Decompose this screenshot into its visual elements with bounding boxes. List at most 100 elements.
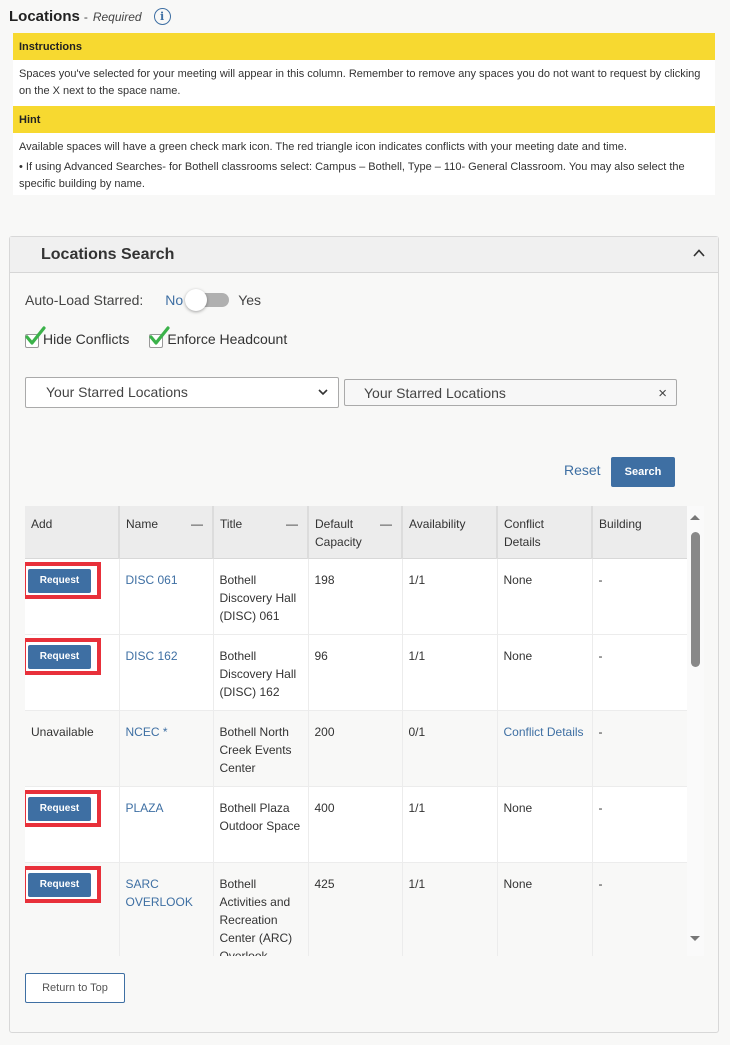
location-name-link[interactable]: NCEC * bbox=[126, 725, 168, 739]
notes-block: Instructions Spaces you've selected for … bbox=[13, 33, 715, 195]
request-button[interactable]: Request bbox=[28, 796, 91, 821]
toggle-knob[interactable] bbox=[185, 289, 208, 311]
building: - bbox=[592, 862, 687, 956]
table-row: Unavailable NCEC * Bothell North Creek E… bbox=[25, 710, 687, 787]
highlight-box: Request bbox=[25, 561, 101, 599]
auto-load-toggle[interactable] bbox=[185, 289, 230, 311]
green-check-icon bbox=[149, 326, 170, 345]
scroll-down-arrow-icon[interactable] bbox=[690, 936, 700, 941]
results-table: Add Name — Title — Default Capacity — Avail… bbox=[25, 506, 687, 956]
highlight-box: Request bbox=[25, 865, 101, 903]
locations-search-panel: Locations Search Auto-Load Starred: No Y… bbox=[9, 236, 719, 1033]
building: - bbox=[592, 634, 687, 711]
building: - bbox=[592, 710, 687, 787]
availability: 1/1 bbox=[402, 862, 498, 956]
return-to-top-button[interactable]: Return to Top bbox=[25, 973, 125, 1003]
location-title: Bothell Discovery Hall (DISC) 061 bbox=[213, 558, 309, 635]
column-header-conflict: Conflict Details bbox=[497, 506, 593, 559]
green-check-icon bbox=[25, 326, 46, 345]
hint-heading: Hint bbox=[13, 106, 715, 133]
close-icon[interactable]: × bbox=[658, 385, 667, 402]
toggle-off-label: No bbox=[165, 292, 184, 308]
add-cell: Request bbox=[25, 862, 120, 956]
location-title: Bothell North Creek Events Center bbox=[213, 710, 309, 787]
required-label: Required bbox=[92, 9, 142, 24]
title-separator: - bbox=[83, 9, 88, 24]
info-icon[interactable]: i bbox=[153, 8, 171, 25]
conflict-details: None bbox=[497, 558, 593, 635]
enforce-headcount-label: Enforce Headcount bbox=[167, 330, 288, 347]
enforce-headcount-checkbox[interactable]: Enforce Headcount bbox=[149, 326, 288, 348]
location-title: Bothell Discovery Hall (DISC) 162 bbox=[213, 634, 309, 711]
scroll-up-arrow-icon[interactable] bbox=[690, 515, 700, 520]
building: - bbox=[592, 786, 687, 863]
highlight-box: Request bbox=[25, 637, 101, 675]
conflict-details-link[interactable]: Conflict Details bbox=[504, 725, 584, 739]
results-grid: Add Name — Title — Default Capacity — Avail… bbox=[25, 506, 687, 956]
sort-indicator-icon[interactable]: — bbox=[191, 515, 203, 533]
panel-title: Locations Search bbox=[41, 246, 175, 263]
selected-filter-field[interactable]: Your Starred Locations × bbox=[344, 379, 677, 406]
default-capacity: 425 bbox=[308, 862, 403, 956]
table-row: Request DISC 061 Bothell Discovery Hall … bbox=[25, 558, 687, 635]
column-header-title[interactable]: Title — bbox=[213, 506, 309, 559]
request-button[interactable]: Request bbox=[28, 568, 91, 593]
sort-indicator-icon[interactable]: — bbox=[380, 515, 392, 533]
checkbox-box[interactable] bbox=[25, 326, 46, 348]
chevron-down-icon bbox=[318, 389, 328, 396]
panel-header[interactable]: Locations Search bbox=[10, 237, 718, 273]
hide-conflicts-label: Hide Conflicts bbox=[43, 330, 130, 347]
column-label: Default Capacity bbox=[315, 517, 362, 549]
column-label: Building bbox=[599, 517, 642, 531]
search-button[interactable]: Search bbox=[611, 457, 675, 487]
add-cell: Request bbox=[25, 634, 120, 711]
column-label: Availability bbox=[409, 517, 466, 531]
location-name-link[interactable]: DISC 061 bbox=[126, 573, 178, 587]
checkbox-box[interactable] bbox=[149, 326, 170, 348]
location-name-link[interactable]: DISC 162 bbox=[126, 649, 178, 663]
conflict-details: None bbox=[497, 634, 593, 711]
table-row: Request PLAZA Bothell Plaza Outdoor Spac… bbox=[25, 786, 687, 863]
column-header-name[interactable]: Name — bbox=[119, 506, 214, 559]
column-header-add: Add bbox=[25, 506, 120, 559]
table-row: Request DISC 162 Bothell Discovery Hall … bbox=[25, 634, 687, 711]
building: - bbox=[592, 558, 687, 635]
select-value: Your Starred Locations bbox=[46, 384, 188, 400]
column-header-capacity[interactable]: Default Capacity — bbox=[308, 506, 403, 559]
hint-bullet: • If using Advanced Searches- for Bothel… bbox=[19, 161, 685, 190]
scrollbar-thumb[interactable] bbox=[691, 532, 700, 667]
hint-body: Available spaces will have a green check… bbox=[13, 133, 715, 195]
table-row: Request SARC OVERLOOK Bothell Activities… bbox=[25, 862, 687, 956]
section-title-text: Locations bbox=[9, 8, 80, 25]
chevron-up-icon[interactable] bbox=[692, 246, 706, 260]
instructions-heading: Instructions bbox=[13, 33, 715, 60]
selected-filter-value: Your Starred Locations bbox=[364, 385, 506, 401]
instructions-text: Spaces you've selected for your meeting … bbox=[19, 68, 701, 97]
availability: 0/1 bbox=[402, 710, 498, 787]
default-capacity: 200 bbox=[308, 710, 403, 787]
hint-text: Available spaces will have a green check… bbox=[19, 141, 627, 153]
toggle-on-label: Yes bbox=[238, 292, 262, 308]
request-button[interactable]: Request bbox=[28, 872, 91, 897]
location-title: Bothell Activities and Recreation Center… bbox=[213, 862, 309, 956]
add-cell: Request bbox=[25, 786, 120, 863]
default-capacity: 96 bbox=[308, 634, 403, 711]
section-title: Locations - Required i bbox=[9, 8, 171, 25]
column-label: Title bbox=[220, 517, 243, 531]
add-cell: Request bbox=[25, 558, 120, 635]
column-header-building: Building bbox=[592, 506, 687, 559]
location-name-link[interactable]: SARC OVERLOOK bbox=[126, 877, 193, 909]
column-header-availability: Availability bbox=[402, 506, 498, 559]
sort-indicator-icon[interactable]: — bbox=[286, 515, 298, 533]
location-name-link[interactable]: PLAZA bbox=[126, 801, 164, 815]
auto-load-starred: Auto-Load Starred: No Yes bbox=[25, 289, 262, 311]
request-button[interactable]: Request bbox=[28, 644, 91, 669]
availability: 1/1 bbox=[402, 634, 498, 711]
header-row: Add Name — Title — Default Capacity — Avail… bbox=[25, 506, 687, 559]
search-type-select[interactable]: Your Starred Locations bbox=[25, 377, 339, 408]
column-label: Name bbox=[126, 517, 159, 531]
column-label: Add bbox=[31, 517, 53, 531]
grid-scrollbar[interactable] bbox=[687, 506, 704, 956]
reset-link[interactable]: Reset bbox=[564, 462, 601, 478]
hide-conflicts-checkbox[interactable]: Hide Conflicts bbox=[25, 326, 130, 348]
